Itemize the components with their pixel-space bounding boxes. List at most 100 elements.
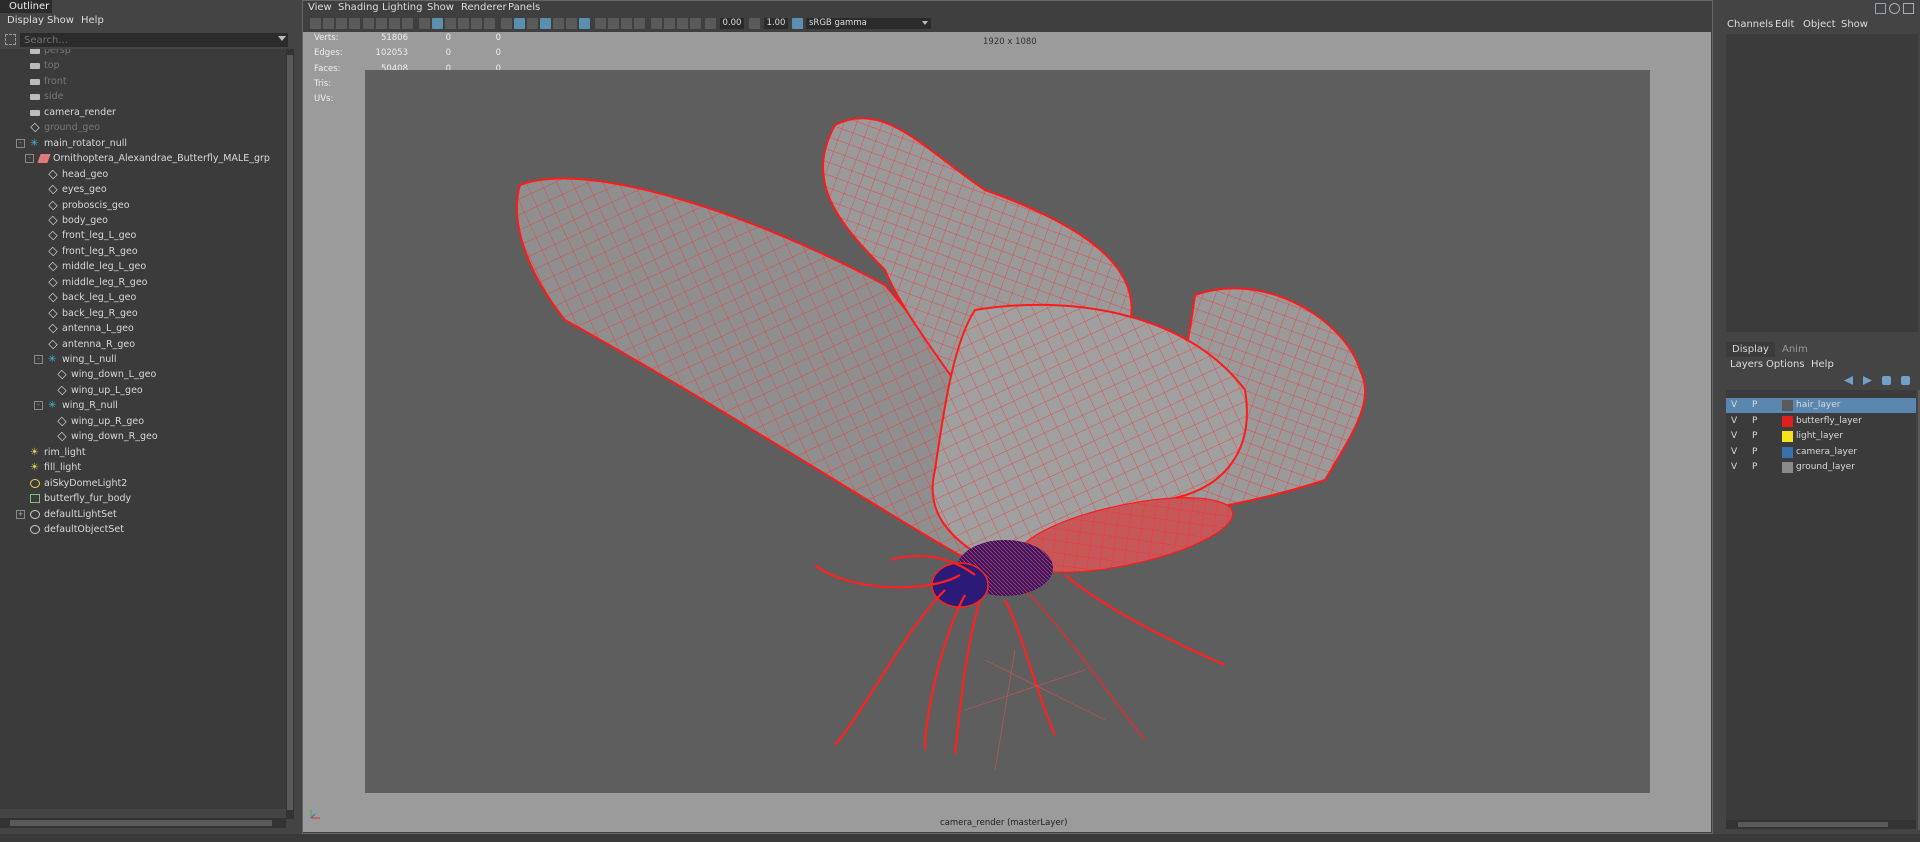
- layer-playback-toggle[interactable]: P: [1752, 398, 1757, 413]
- outliner-item[interactable]: ground_geo: [0, 120, 286, 135]
- menu-layers[interactable]: Layers: [1730, 359, 1763, 370]
- layer-row[interactable]: V Phair_layer: [1726, 398, 1916, 413]
- outliner-item[interactable]: ☀ rim_light: [0, 445, 286, 460]
- butterfly-wireframe-model[interactable]: [365, 70, 1650, 793]
- attribute-editor-icon[interactable]: [1889, 3, 1900, 14]
- outliner-vertical-scrollbar[interactable]: [286, 49, 294, 819]
- layer-row[interactable]: V Pground_layer: [1726, 460, 1916, 475]
- field-chart-icon[interactable]: [458, 18, 469, 29]
- new-layer-icon[interactable]: [1882, 376, 1891, 385]
- outliner-item[interactable]: top: [0, 58, 286, 73]
- modeling-toolkit-icon[interactable]: [1875, 3, 1886, 14]
- motion-blur-icon[interactable]: [566, 18, 577, 29]
- chevron-down-icon[interactable]: [278, 36, 286, 41]
- outliner-item[interactable]: middle_leg_R_geo: [0, 275, 286, 290]
- outliner-item[interactable]: - Ornithoptera_Alexandrae_Butterfly_MALE_…: [0, 151, 286, 166]
- layer-playback-toggle[interactable]: P: [1752, 414, 1757, 429]
- bookmark-icon[interactable]: [336, 18, 347, 29]
- image-plane-icon[interactable]: [349, 18, 360, 29]
- menu-show[interactable]: Show: [47, 15, 74, 26]
- xray-icon[interactable]: [621, 18, 632, 29]
- layer-visibility-toggle[interactable]: V: [1731, 414, 1737, 429]
- move-layer-down-icon[interactable]: [1863, 376, 1872, 385]
- display-layer-icon[interactable]: [664, 18, 675, 29]
- menu-panels[interactable]: Panels: [508, 2, 540, 13]
- scroll-thumb[interactable]: [10, 820, 272, 826]
- exposure-field[interactable]: 0.00: [720, 18, 744, 29]
- gate-mask-icon[interactable]: [445, 18, 456, 29]
- outliner-item[interactable]: wing_down_R_geo: [0, 429, 286, 444]
- layer-visibility-toggle[interactable]: V: [1731, 460, 1737, 475]
- outliner-item[interactable]: body_geo: [0, 213, 286, 228]
- collapse-icon[interactable]: -: [16, 138, 25, 148]
- menu-options[interactable]: Options: [1766, 359, 1805, 370]
- camera-select-icon[interactable]: [310, 18, 321, 29]
- move-layer-up-icon[interactable]: [1844, 376, 1853, 385]
- outliner-item[interactable]: butterfly_fur_body: [0, 491, 286, 506]
- layer-playback-toggle[interactable]: P: [1752, 445, 1757, 460]
- outliner-item[interactable]: aiSkyDomeLight2: [0, 476, 286, 491]
- isolate-select-icon[interactable]: [608, 18, 619, 29]
- outliner-item[interactable]: head_geo: [0, 167, 286, 182]
- menu-help[interactable]: Help: [81, 15, 104, 26]
- layer-row[interactable]: V Pbutterfly_layer: [1726, 414, 1916, 429]
- menu-renderer[interactable]: Renderer: [461, 2, 507, 13]
- menu-shading[interactable]: Shading: [338, 2, 379, 13]
- tab-anim[interactable]: Anim: [1782, 344, 1808, 355]
- outliner-item[interactable]: eyes_geo: [0, 182, 286, 197]
- menu-show[interactable]: Show: [1841, 19, 1868, 30]
- snapshot-icon[interactable]: [690, 18, 701, 29]
- select-icon[interactable]: [5, 34, 16, 45]
- lighting-icon[interactable]: [527, 18, 538, 29]
- color-management-icon[interactable]: [792, 18, 803, 29]
- xray-joints-icon[interactable]: [634, 18, 645, 29]
- outliner-item[interactable]: - ✳ wing_L_null: [0, 352, 286, 367]
- wireframe-on-shaded-icon[interactable]: [501, 18, 512, 29]
- collapse-icon[interactable]: -: [34, 355, 43, 364]
- outliner-item[interactable]: middle_leg_L_geo: [0, 259, 286, 274]
- view-transform-select[interactable]: sRGB gamma: [806, 18, 931, 29]
- safe-action-icon[interactable]: [471, 18, 482, 29]
- outliner-item[interactable]: camera_render: [0, 105, 286, 120]
- menu-edit[interactable]: Edit: [1775, 19, 1794, 30]
- scroll-thumb[interactable]: [287, 55, 293, 810]
- layer-color-swatch[interactable]: [1782, 431, 1793, 442]
- hud-icon[interactable]: [677, 18, 688, 29]
- menu-help[interactable]: Help: [1811, 359, 1834, 370]
- layer-color-swatch[interactable]: [1782, 462, 1793, 473]
- new-layer-from-selection-icon[interactable]: [1901, 376, 1910, 385]
- grease-pencil-icon[interactable]: [363, 18, 374, 29]
- layer-playback-toggle[interactable]: P: [1752, 429, 1757, 444]
- menu-channels[interactable]: Channels: [1727, 19, 1773, 30]
- layer-row[interactable]: V Plight_layer: [1726, 429, 1916, 444]
- menu-display[interactable]: Display: [7, 15, 44, 26]
- outliner-title[interactable]: Outliner: [0, 0, 52, 13]
- outliner-item[interactable]: back_leg_L_geo: [0, 290, 286, 305]
- outliner-item[interactable]: defaultObjectSet: [0, 522, 286, 537]
- gamma-field[interactable]: 1.00: [764, 18, 788, 29]
- wireframe-icon[interactable]: [419, 18, 430, 29]
- resolution-gate-icon[interactable]: [402, 18, 413, 29]
- shadows-icon[interactable]: [540, 18, 551, 29]
- backface-icon[interactable]: [651, 18, 662, 29]
- outliner-item[interactable]: front: [0, 74, 286, 89]
- chevron-down-icon[interactable]: [922, 21, 928, 25]
- outliner-horizontal-scrollbar[interactable]: [0, 818, 286, 828]
- ambient-occlusion-icon[interactable]: [553, 18, 564, 29]
- expand-icon[interactable]: +: [16, 509, 25, 519]
- outliner-item[interactable]: persp: [0, 49, 286, 58]
- outliner-item[interactable]: antenna_L_geo: [0, 321, 286, 336]
- layer-color-swatch[interactable]: [1782, 415, 1793, 427]
- outliner-item[interactable]: side: [0, 89, 286, 104]
- outliner-item[interactable]: antenna_R_geo: [0, 337, 286, 352]
- outliner-item[interactable]: + defaultLightSet: [0, 507, 286, 522]
- outliner-item[interactable]: - ✳ wing_R_null: [0, 398, 286, 413]
- outliner-item[interactable]: wing_up_R_geo: [0, 414, 286, 429]
- grid-icon[interactable]: [376, 18, 387, 29]
- textured-icon[interactable]: [514, 18, 525, 29]
- layer-row[interactable]: V Pcamera_layer: [1726, 445, 1916, 460]
- outliner-item[interactable]: back_leg_R_geo: [0, 306, 286, 321]
- menu-show[interactable]: Show: [427, 2, 454, 13]
- menu-object[interactable]: Object: [1803, 19, 1836, 30]
- smooth-shade-icon[interactable]: [432, 18, 443, 29]
